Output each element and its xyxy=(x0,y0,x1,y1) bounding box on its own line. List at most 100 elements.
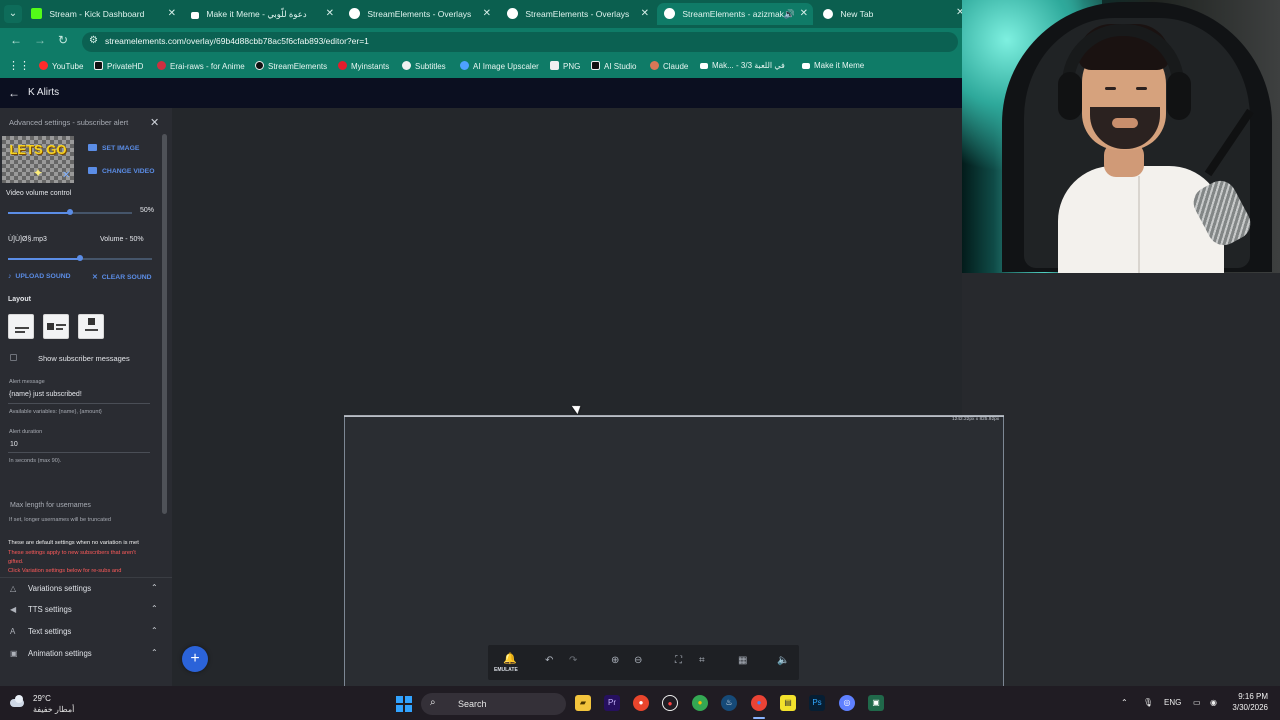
apps-icon[interactable]: ⋮⋮ xyxy=(8,59,30,72)
alert-message-input[interactable]: {name} just subscribed! xyxy=(9,391,82,398)
clear-sound-button[interactable]: ✕ CLEAR SOUND xyxy=(92,273,152,281)
upload-sound-button[interactable]: ♪ UPLOAD SOUND xyxy=(8,273,71,280)
bookmark-youtube[interactable]: YouTube xyxy=(39,61,83,71)
terminal-icon[interactable]: ▣ xyxy=(868,695,884,711)
media-thumbnail[interactable]: LETS GO ✦ ✕ xyxy=(2,136,74,183)
sound-volume-fill xyxy=(8,258,80,260)
close-tab-icon[interactable]: ✕ xyxy=(168,3,176,25)
undo-icon[interactable]: ↶ xyxy=(545,655,553,666)
microphone-tray-icon[interactable]: 🎙 xyxy=(1143,698,1153,707)
tray-overflow-icon[interactable]: ⌃ xyxy=(1121,698,1128,707)
video-volume-value: 50% xyxy=(140,207,155,214)
bookmark-myinstants[interactable]: Myinstants xyxy=(338,61,389,71)
zoom-out-icon[interactable]: ⊖ xyxy=(634,655,642,666)
video-volume-label: Video volume control xyxy=(6,190,72,197)
alert-duration-input[interactable]: 10 xyxy=(10,441,18,448)
bookmark-make-it-meme-game[interactable]: Mak... - 3/3 في اللعبة xyxy=(700,61,785,70)
file-explorer-icon[interactable]: ▰ xyxy=(575,695,591,711)
bookmark-erai-raws[interactable]: Erai-raws - for Anime xyxy=(157,61,245,71)
bookmark-claude[interactable]: Claude xyxy=(650,61,688,71)
weather-temperature[interactable]: 29°C xyxy=(33,694,51,703)
obs-icon[interactable]: ● xyxy=(633,695,649,711)
tab-search-menu-button[interactable]: ⌄ xyxy=(4,5,22,23)
screen-recorder-icon[interactable]: ● xyxy=(662,695,678,711)
fullscreen-icon[interactable]: ⛶ xyxy=(675,655,682,666)
sound-volume-slider[interactable] xyxy=(8,255,152,261)
section-text-settings[interactable]: A Text settings ⌃ xyxy=(0,621,172,643)
close-tab-icon[interactable]: ✕ xyxy=(483,3,491,25)
tab-make-it-meme[interactable]: Make it Meme - دعوة للّوبي ✕ xyxy=(184,3,339,25)
premiere-pro-icon[interactable]: Pr xyxy=(604,695,620,711)
set-image-button[interactable]: SET IMAGE xyxy=(88,144,139,152)
app-globe-icon[interactable]: ◎ xyxy=(839,695,855,711)
bookmark-streamelements[interactable]: StreamElements xyxy=(255,61,327,71)
language-indicator[interactable]: ENG xyxy=(1164,698,1181,707)
steam-icon[interactable]: ♨ xyxy=(721,695,737,711)
photoshop-icon[interactable]: Ps xyxy=(809,695,825,711)
advanced-settings-panel: Advanced settings - subscriber alert ✕ L… xyxy=(0,108,172,686)
sound-icon[interactable]: 🔈 xyxy=(777,655,789,666)
sticky-notes-icon[interactable]: ▤ xyxy=(780,695,796,711)
layout-line xyxy=(15,327,29,329)
bookmarks-bar: ⋮⋮ YouTube PrivateHD Erai-raws - for Ani… xyxy=(0,56,962,78)
start-pane xyxy=(405,705,412,712)
tab-streamelements-overlays-2[interactable]: StreamElements - Overlays ✕ xyxy=(500,3,654,25)
bookmark-png[interactable]: PNG xyxy=(550,61,580,71)
chrome-active-icon[interactable]: ● xyxy=(751,695,767,711)
tab-title: Make it Meme - دعوة للّوبي xyxy=(206,9,307,19)
bookmark-make-it-meme[interactable]: Make it Meme xyxy=(802,61,864,70)
sound-volume-knob[interactable] xyxy=(77,255,83,261)
sidebar-scrollbar[interactable] xyxy=(162,134,167,514)
close-tab-icon[interactable]: ✕ xyxy=(641,3,649,25)
weather-cloud-icon[interactable] xyxy=(8,694,28,708)
video-volume-slider[interactable] xyxy=(8,209,132,215)
windows-start-icon[interactable] xyxy=(396,696,412,712)
close-tab-icon[interactable]: ✕ xyxy=(326,3,334,25)
tab-streamelements-editor[interactable]: StreamElements - azizmak 🔊 ✕ xyxy=(657,3,813,25)
back-icon[interactable]: ← xyxy=(10,33,22,47)
show-messages-checkbox[interactable] xyxy=(10,354,17,361)
section-animation-settings[interactable]: ▣ Animation settings ⌃ xyxy=(0,643,172,665)
close-icon[interactable]: ✕ xyxy=(150,116,159,129)
layout-option-top-image[interactable] xyxy=(8,314,34,339)
video-volume-knob[interactable] xyxy=(67,209,73,215)
forward-icon[interactable]: → xyxy=(34,33,46,47)
layout-option-image-above[interactable] xyxy=(78,314,104,339)
network-icon[interactable]: ◉ xyxy=(1210,698,1217,707)
bookmark-ai-image-upscaler[interactable]: AI Image Upscaler xyxy=(460,61,539,71)
layout-option-side-image[interactable] xyxy=(43,314,69,339)
redo-icon[interactable]: ↷ xyxy=(569,655,577,666)
reload-icon[interactable]: ↻ xyxy=(58,33,68,47)
chrome-icon[interactable]: ● xyxy=(692,695,708,711)
speaker-icon[interactable]: 🔊 xyxy=(784,3,795,25)
chevron-up-icon: ⌃ xyxy=(151,604,158,613)
fit-screen-icon[interactable]: ⌗ xyxy=(699,655,705,666)
site-info-icon[interactable]: ⚙ xyxy=(89,35,98,46)
section-variations-settings[interactable]: △ Variations settings ⌃ xyxy=(0,577,172,599)
bookmark-subtitles[interactable]: Subtitles xyxy=(402,61,446,71)
taskbar-search-box[interactable]: ⌕ Search xyxy=(421,693,566,715)
tab-kick-dashboard[interactable]: Stream - Kick Dashboard ✕ xyxy=(24,3,181,25)
layout-line xyxy=(85,329,98,331)
tab-streamelements-overlays-1[interactable]: StreamElements - Overlays ✕ xyxy=(342,3,496,25)
close-tab-icon[interactable]: ✕ xyxy=(800,3,808,25)
add-widget-button[interactable]: + xyxy=(182,646,208,672)
address-bar[interactable]: ⚙ streamelements.com/overlay/69b4d88cbb7… xyxy=(82,32,958,52)
grid-icon[interactable]: ▦ xyxy=(738,655,747,666)
back-arrow-icon[interactable]: ← xyxy=(8,86,20,100)
bookmark-label: PNG xyxy=(563,62,581,71)
tab-new-tab[interactable]: New Tab xyxy=(816,3,952,25)
sparkle-icon: ✦ xyxy=(33,166,44,180)
weather-description[interactable]: أمطار خفيفة xyxy=(33,705,74,714)
change-video-button[interactable]: CHANGE VIDEO xyxy=(88,167,155,175)
section-tts-settings[interactable]: ◀ TTS settings ⌃ xyxy=(0,599,172,621)
zoom-in-icon[interactable]: ⊕ xyxy=(611,655,619,666)
bookmark-privatehd[interactable]: PrivateHD xyxy=(94,61,143,71)
clock[interactable]: 9:16 PM 3/30/2026 xyxy=(1228,691,1268,713)
bookmark-ai-studio[interactable]: AI Studio xyxy=(591,61,636,71)
speaker-icon: ◀ xyxy=(10,605,17,614)
layout-label: Layout xyxy=(8,296,31,303)
monitor-tray-icon[interactable]: ▭ xyxy=(1193,698,1201,707)
chrome-icon xyxy=(823,9,833,19)
remove-media-icon[interactable]: ✕ xyxy=(62,170,70,181)
